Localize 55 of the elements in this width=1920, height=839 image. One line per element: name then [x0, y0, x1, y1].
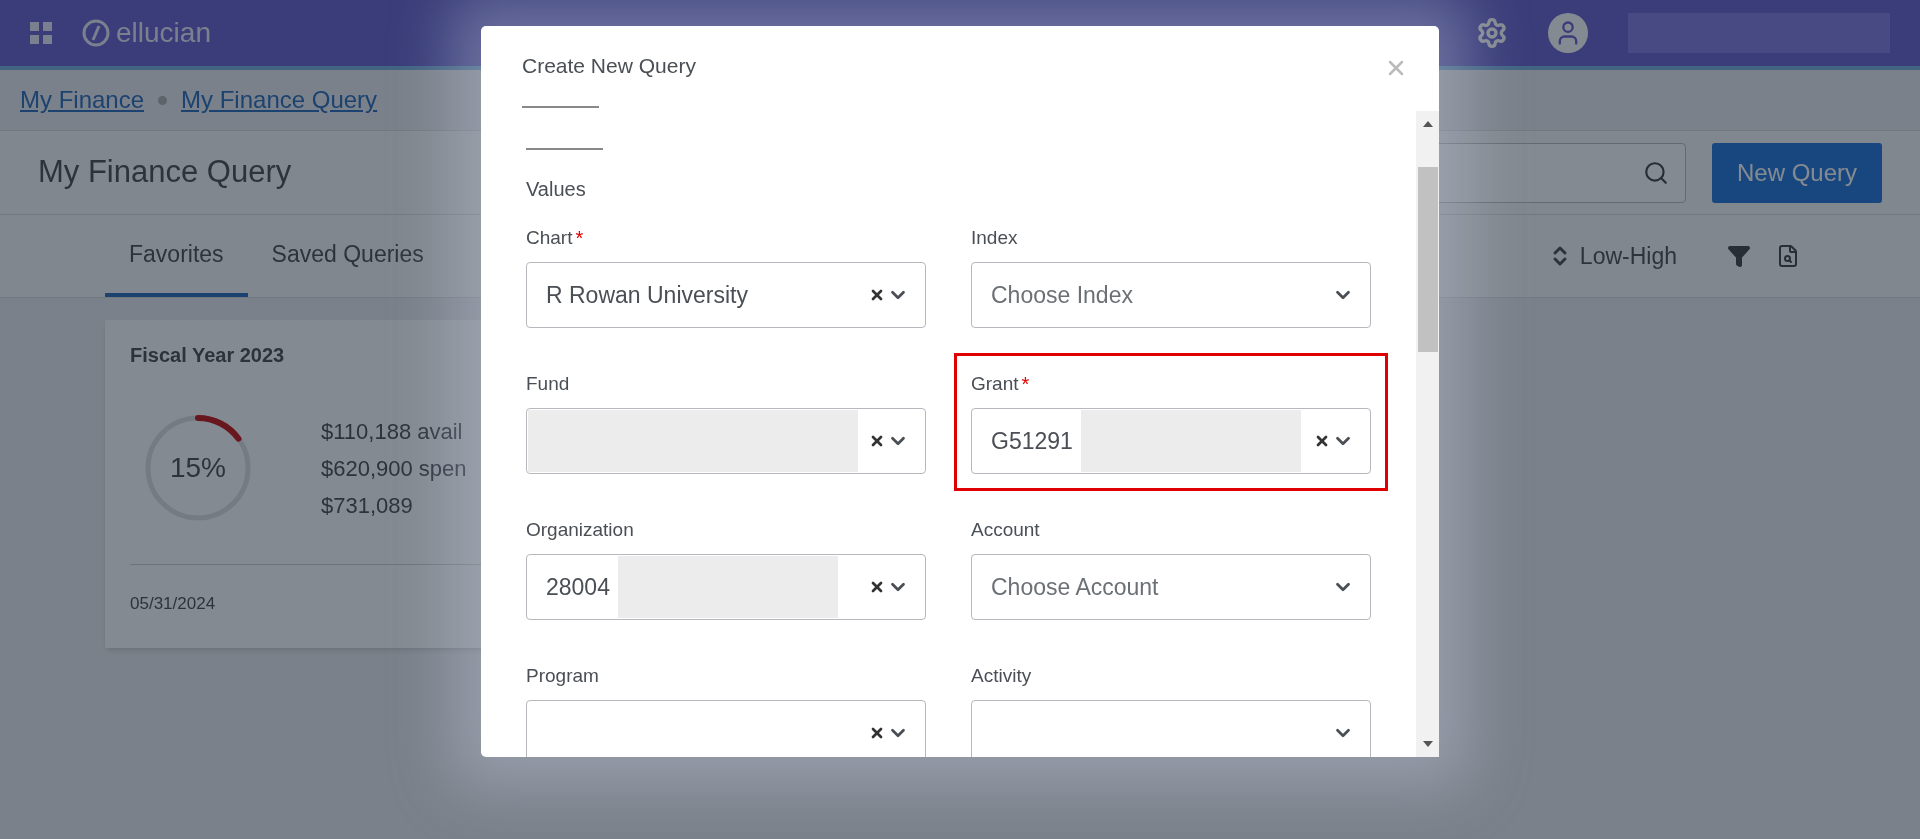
- avatar-icon[interactable]: [1548, 13, 1588, 53]
- select-field[interactable]: G51291: [971, 408, 1371, 474]
- logo-text: ellucian: [116, 16, 211, 50]
- select-placeholder: Choose Index: [991, 280, 1133, 310]
- breadcrumb-link[interactable]: My Finance: [20, 82, 145, 118]
- field-label: Index: [971, 225, 1018, 250]
- select-field[interactable]: [971, 700, 1371, 757]
- clear-icon[interactable]: [869, 433, 885, 449]
- search-document-icon[interactable]: [1776, 244, 1800, 268]
- tab[interactable]: Favorites: [105, 215, 248, 297]
- card-title: Fiscal Year 2023: [130, 343, 286, 368]
- sort-button[interactable]: Low-High: [1547, 238, 1677, 274]
- percent-text: 15%: [168, 451, 227, 485]
- field-label: Organization: [526, 517, 634, 542]
- select-field[interactable]: Choose Index: [971, 262, 1371, 328]
- tab[interactable]: Saved Queries: [247, 215, 448, 297]
- filter-icon[interactable]: [1727, 244, 1751, 268]
- required-mark: *: [1021, 372, 1030, 397]
- select-field[interactable]: [526, 700, 926, 757]
- field-label: Chart: [526, 225, 573, 250]
- select-value: G51291: [991, 426, 1073, 456]
- new-query-button[interactable]: New Query: [1711, 142, 1882, 203]
- scrollbar[interactable]: [1416, 111, 1439, 757]
- select-field[interactable]: Choose Account: [971, 554, 1371, 620]
- select-value: R Rowan University: [546, 280, 748, 310]
- section-heading: Values: [526, 177, 587, 202]
- select-value: 28004: [546, 572, 610, 602]
- breadcrumb-link[interactable]: My Finance Query: [181, 82, 378, 118]
- field-label: Grant: [971, 371, 1019, 396]
- select-field[interactable]: R Rowan University: [526, 262, 926, 328]
- date-text: 05/31/2024: [130, 594, 216, 613]
- field-label: Program: [526, 663, 599, 688]
- amount-text: $620,900 spen: [321, 454, 467, 483]
- amount-text: $110,188 avail: [321, 417, 464, 446]
- clear-icon[interactable]: [869, 287, 885, 303]
- page-title: My Finance Query: [38, 153, 292, 192]
- field-label: Account: [971, 517, 1040, 542]
- amount-text: $731,089: [321, 491, 414, 520]
- required-mark: *: [575, 226, 584, 251]
- search-icon[interactable]: [1642, 159, 1669, 186]
- scroll-down-icon[interactable]: [1422, 741, 1433, 747]
- select-placeholder: Choose Account: [991, 572, 1159, 602]
- settings-icon[interactable]: [1476, 17, 1508, 49]
- scroll-up-icon[interactable]: [1422, 121, 1433, 127]
- clear-icon[interactable]: [1314, 433, 1330, 449]
- field-label: Activity: [971, 663, 1032, 688]
- clear-icon[interactable]: [869, 579, 885, 595]
- logo-icon: [82, 19, 110, 47]
- clear-icon[interactable]: [869, 725, 885, 741]
- scroll-thumb[interactable]: [1417, 167, 1438, 352]
- select-field[interactable]: [526, 408, 926, 474]
- select-field[interactable]: 28004: [526, 554, 926, 620]
- modal-title: Create New Query: [522, 53, 697, 79]
- grid-icon[interactable]: [30, 22, 52, 44]
- field-label: Fund: [526, 371, 570, 396]
